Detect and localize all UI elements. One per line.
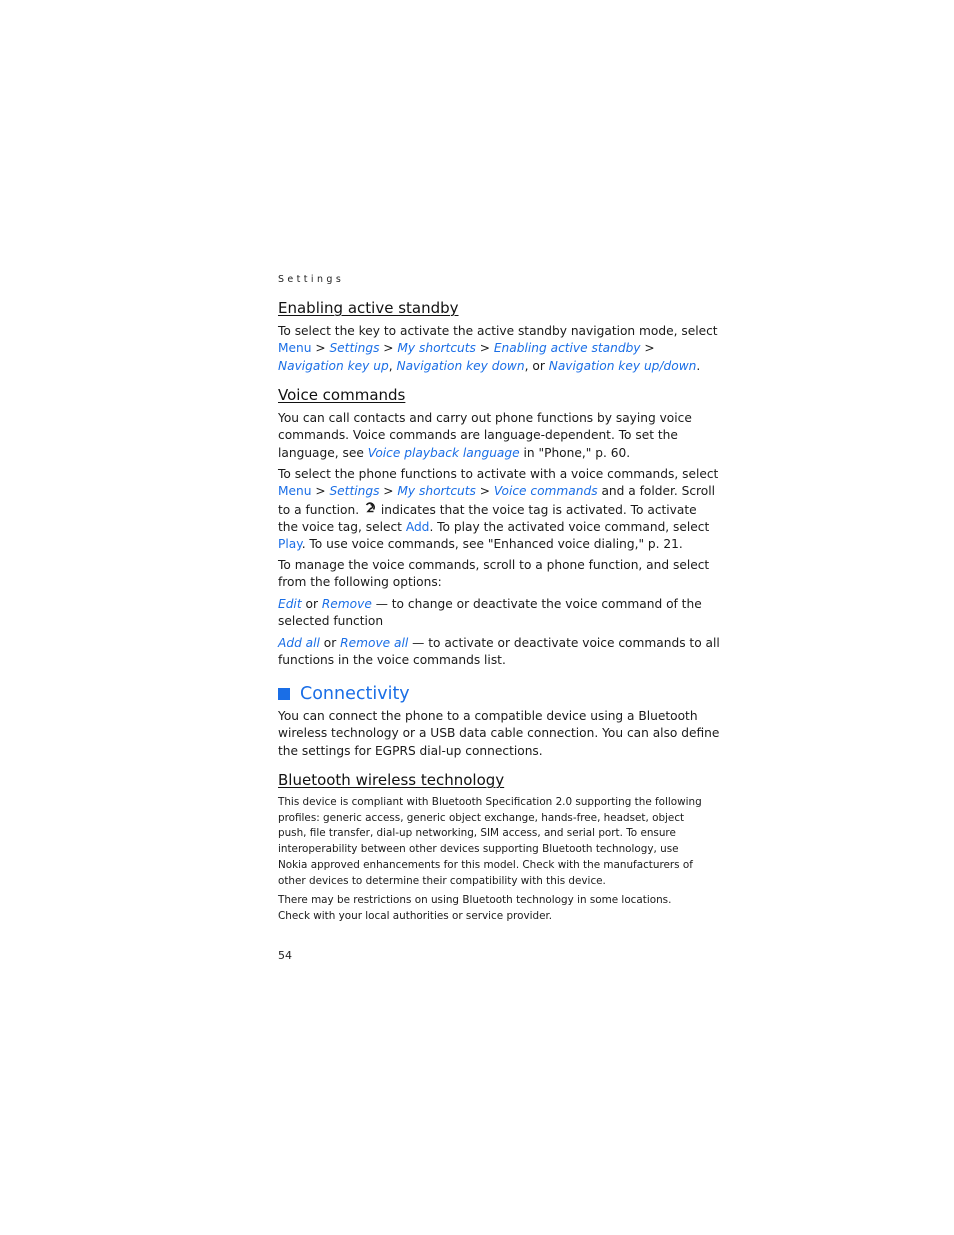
text-line: functions in the voice commands list.: [278, 653, 506, 668]
link-voice-playback-language[interactable]: Voice playback language: [368, 446, 520, 460]
text: in "Phone," p. 60.: [519, 445, 631, 460]
link-navigation-key-up-down[interactable]: Navigation key up/down: [549, 359, 697, 373]
connectivity-paragraph: You can connect the phone to a compatibl…: [278, 708, 720, 760]
link-settings[interactable]: Settings: [329, 484, 379, 498]
text: or: [319, 636, 341, 650]
separator: >: [475, 341, 494, 356]
voice-tag-icon: [363, 501, 377, 519]
text: — to change or deactivate the voice comm…: [371, 597, 702, 611]
heading-bluetooth-wireless-technology: Bluetooth wireless technology: [278, 771, 505, 789]
text: and a folder. Scroll: [597, 484, 716, 499]
separator: >: [379, 341, 398, 356]
text-line: from the following options:: [278, 575, 442, 590]
text: indicates that the voice tag is activate…: [377, 502, 697, 517]
link-my-shortcuts[interactable]: My shortcuts: [397, 341, 475, 355]
separator: >: [475, 484, 494, 499]
text-line: wireless technology or a USB data cable …: [278, 726, 720, 741]
page-number: 54: [278, 949, 292, 962]
link-menu[interactable]: Menu: [278, 341, 311, 355]
link-remove[interactable]: Remove: [322, 597, 372, 611]
text-line: interoperability between other devices s…: [278, 843, 679, 856]
link-my-shortcuts[interactable]: My shortcuts: [397, 484, 475, 498]
text-line: Check with your local authorities or ser…: [278, 909, 553, 922]
separator: >: [311, 484, 330, 499]
text-line: To select the phone functions to activat…: [278, 467, 719, 481]
link-add-all[interactable]: Add all: [278, 636, 320, 650]
text-line: other devices to determine their compati…: [278, 874, 606, 887]
active-standby-intro: To select the key to activate the active…: [278, 324, 718, 338]
text-line: commands. Voice commands are language-de…: [278, 428, 678, 443]
text: language, see: [278, 445, 368, 460]
link-voice-commands[interactable]: Voice commands: [494, 484, 598, 498]
active-standby-paragraph: To select the key to activate the active…: [278, 323, 718, 375]
heading-connectivity: Connectivity: [278, 684, 410, 704]
section-square-icon: [278, 688, 290, 700]
text-line: push, file transfer, dial-up networking,…: [278, 827, 676, 840]
text-line: Nokia approved enhancements for this mod…: [278, 858, 693, 871]
bluetooth-paragraph-1: This device is compliant with Bluetooth …: [278, 795, 702, 889]
bluetooth-paragraph-2: There may be restrictions on using Bluet…: [278, 893, 672, 924]
text: . To use voice commands, see "Enhanced v…: [301, 537, 683, 552]
separator: >: [379, 484, 398, 499]
option-edit-remove: Edit or Remove — to change or deactivate…: [278, 596, 702, 631]
heading-text: Connectivity: [300, 684, 410, 704]
period: .: [696, 358, 701, 373]
text: to a function.: [278, 502, 363, 517]
running-head: Settings: [278, 274, 345, 285]
text: or: [301, 597, 322, 611]
link-edit[interactable]: Edit: [278, 597, 302, 611]
voice-commands-paragraph-3: To manage the voice commands, scroll to …: [278, 557, 710, 592]
link-navigation-key-up[interactable]: Navigation key up: [278, 359, 389, 373]
text: the voice tag, select: [278, 519, 406, 534]
text-line: selected function: [278, 614, 384, 629]
link-remove-all[interactable]: Remove all: [340, 636, 408, 650]
separator: >: [640, 341, 655, 356]
text-line: This device is compliant with Bluetooth …: [278, 796, 702, 808]
link-add[interactable]: Add: [406, 520, 430, 534]
text-line: profiles: generic access, generic object…: [278, 811, 685, 824]
separator: >: [311, 341, 330, 356]
voice-commands-paragraph-2: To select the phone functions to activat…: [278, 466, 719, 553]
text: — to activate or deactivate voice comman…: [408, 636, 720, 650]
link-menu[interactable]: Menu: [278, 484, 311, 498]
heading-voice-commands: Voice commands: [278, 386, 406, 404]
text-line: There may be restrictions on using Bluet…: [278, 894, 672, 906]
or-text: , or: [524, 358, 549, 373]
voice-commands-paragraph-1: You can call contacts and carry out phon…: [278, 410, 692, 462]
text-line: the settings for EGPRS dial-up connectio…: [278, 743, 543, 758]
link-navigation-key-down[interactable]: Navigation key down: [396, 359, 524, 373]
text: . To play the activated voice command, s…: [429, 519, 710, 534]
link-play[interactable]: Play: [278, 537, 302, 551]
heading-enabling-active-standby: Enabling active standby: [278, 299, 459, 317]
option-add-all-remove-all: Add all or Remove all — to activate or d…: [278, 635, 720, 670]
text-line: You can connect the phone to a compatibl…: [278, 709, 698, 723]
link-enabling-active-standby[interactable]: Enabling active standby: [494, 341, 641, 355]
text-line: You can call contacts and carry out phon…: [278, 411, 692, 425]
link-settings[interactable]: Settings: [329, 341, 379, 355]
text-line: To manage the voice commands, scroll to …: [278, 558, 710, 572]
